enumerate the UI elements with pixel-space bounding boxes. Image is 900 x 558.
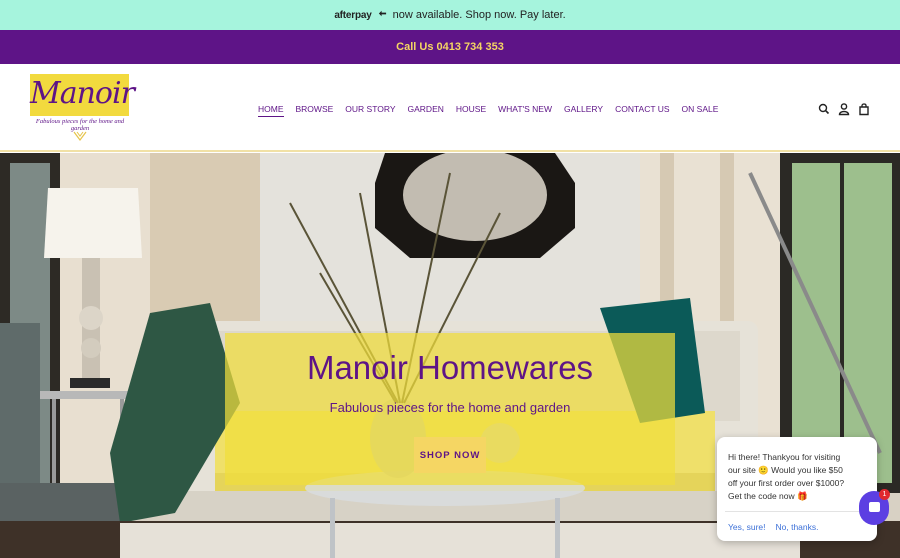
chat-actions: Yes, sure! No, thanks. — [728, 522, 819, 532]
nav-garden[interactable]: GARDEN — [408, 104, 444, 117]
main-navigation: HOME BROWSE OUR STORY GARDEN HOUSE WHAT'… — [258, 104, 718, 117]
account-icon[interactable] — [838, 102, 850, 116]
nav-our-story[interactable]: OUR STORY — [345, 104, 395, 117]
hero-title: Manoir Homewares — [306, 349, 594, 386]
nav-house[interactable]: HOUSE — [456, 104, 486, 117]
afterpay-logo: afterpay — [334, 9, 372, 21]
manoir-logo[interactable]: Manoir Fabulous pieces for the home and … — [30, 72, 135, 148]
chat-message: Hi there! Thankyou for visiting our site… — [728, 452, 845, 501]
nav-whats-new[interactable]: WHAT'S NEW — [498, 104, 552, 117]
phone-callout-text: Call Us 0413 734 353 — [396, 41, 504, 53]
logo-ornament-icon — [73, 131, 87, 141]
chat-popup: Hi there! Thankyou for visiting our site… — [717, 437, 877, 541]
cart-icon[interactable] — [858, 102, 870, 116]
afterpay-announcement-bar[interactable]: afterpay now available. Shop now. Pay la… — [0, 0, 900, 30]
announcement-text: now available. Shop now. Pay later. — [392, 9, 566, 21]
shop-now-button[interactable]: SHOP NOW — [414, 437, 486, 473]
chat-notification-badge: 1 — [879, 489, 890, 500]
chat-accept-button[interactable]: Yes, sure! — [728, 522, 766, 532]
hero-overlay-panel: Manoir Homewares Fabulous pieces for the… — [225, 333, 675, 485]
afterpay-icon — [378, 9, 387, 21]
site-header: Manoir Fabulous pieces for the home and … — [0, 64, 900, 152]
nav-gallery[interactable]: GALLERY — [564, 104, 603, 117]
logo-wordmark: Manoir — [30, 76, 135, 111]
chat-bubble-icon — [869, 502, 880, 512]
phone-callout-bar[interactable]: Call Us 0413 734 353 — [0, 30, 900, 64]
nav-contact-us[interactable]: CONTACT US — [615, 104, 669, 117]
nav-home[interactable]: HOME — [258, 104, 284, 117]
nav-on-sale[interactable]: ON SALE — [682, 104, 719, 117]
chat-divider — [725, 511, 869, 512]
search-icon[interactable] — [818, 102, 830, 116]
chat-decline-button[interactable]: No, thanks. — [776, 522, 819, 532]
nav-browse[interactable]: BROWSE — [296, 104, 334, 117]
header-icons — [818, 102, 870, 116]
hero-subtitle: Fabulous pieces for the home and garden — [329, 400, 571, 415]
